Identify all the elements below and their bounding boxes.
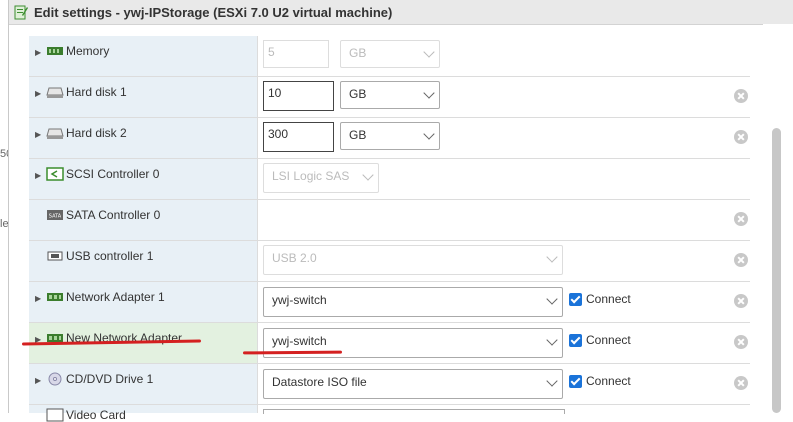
expand-arrow-icon[interactable]: ▶: [35, 130, 41, 139]
hard-disk-2-unit-value: GB: [349, 128, 367, 142]
device-row-network-adapter-1: ▶ Network Adapter 1 ywj-switch Connect: [29, 282, 750, 323]
device-row-hard-disk-2: ▶ Hard disk 2 300 GB: [29, 118, 750, 159]
memory-unit-select[interactable]: GB: [340, 40, 440, 68]
device-label: CD/DVD Drive 1: [66, 372, 154, 386]
chevron-down-icon: [546, 293, 558, 305]
device-row-usb-controller-1: USB controller 1 USB 2.0: [29, 241, 750, 282]
scrollbar-thumb[interactable]: [772, 128, 781, 413]
device-label: SATA Controller 0: [66, 208, 161, 222]
device-label: Network Adapter 1: [66, 290, 165, 304]
hard-disk-1-size-input[interactable]: 10: [263, 81, 334, 111]
svg-text:SATA: SATA: [49, 214, 62, 220]
network-adapter-1-network-select[interactable]: ywj-switch: [263, 287, 563, 317]
chevron-down-icon: [546, 334, 558, 346]
scsi-controller-type-select[interactable]: LSI Logic SAS: [263, 163, 379, 193]
hard-disk-2-unit-select[interactable]: GB: [340, 122, 440, 150]
device-settings-cell: ywj-switch Connect: [258, 323, 750, 363]
hard-disk-1-unit-value: GB: [349, 87, 367, 101]
device-row-video-card: Video Card: [29, 405, 750, 422]
device-label-cell: SATA SATA Controller 0: [29, 200, 258, 240]
device-row-sata-controller-0: SATA SATA Controller 0: [29, 200, 750, 241]
device-settings-cell: 10 GB: [258, 77, 750, 117]
cd-dvd-drive-1-source-select[interactable]: Datastore ISO file: [263, 369, 563, 399]
hard-disk-2-size-input[interactable]: 300: [263, 122, 334, 152]
device-row-memory: ▶ Memory 5 GB: [29, 36, 750, 77]
video-card-icon: [46, 408, 64, 422]
chevron-down-icon: [423, 128, 435, 140]
memory-unit-value: GB: [349, 46, 367, 60]
network-adapter-1-network-value: ywj-switch: [272, 293, 327, 307]
device-label: Hard disk 2: [66, 126, 127, 140]
chevron-down-icon: [362, 169, 374, 181]
device-settings-cell: [258, 200, 750, 240]
network-adapter-1-connect-checkbox[interactable]: [569, 293, 582, 306]
device-label-cell: ▶ Hard disk 1: [29, 77, 258, 117]
device-label-cell: ▶ Network Adapter 1: [29, 282, 258, 322]
expand-arrow-icon[interactable]: ▶: [35, 294, 41, 303]
expand-arrow-icon[interactable]: ▶: [35, 171, 41, 180]
usb-controller-type-select[interactable]: USB 2.0: [263, 245, 563, 275]
remove-device-icon[interactable]: [734, 335, 748, 349]
remove-device-icon[interactable]: [734, 253, 748, 267]
dialog-titlebar: Edit settings - ywj-IPStorage (ESXi 7.0 …: [9, 0, 793, 25]
hard-disk-1-unit-select[interactable]: GB: [340, 81, 440, 109]
device-settings-cell: Datastore ISO file Connect: [258, 364, 750, 404]
usb-controller-icon: [47, 251, 63, 261]
scsi-controller-type-value: LSI Logic SAS: [272, 169, 350, 183]
edit-settings-dialog: Edit settings - ywj-IPStorage (ESXi 7.0 …: [8, 0, 793, 422]
cd-dvd-icon: [48, 372, 62, 386]
device-label: Memory: [66, 44, 110, 58]
device-label: USB controller 1: [66, 249, 154, 263]
sata-controller-icon: SATA: [47, 210, 63, 220]
edit-vm-icon: [14, 5, 28, 20]
connect-label: Connect: [586, 292, 631, 306]
remove-device-icon[interactable]: [734, 294, 748, 308]
memory-icon: [47, 47, 63, 55]
device-settings-cell: ywj-switch Connect: [258, 282, 750, 322]
device-label-cell: ▶ CD/DVD Drive 1: [29, 364, 258, 404]
chevron-down-icon: [546, 375, 558, 387]
new-network-adapter-connect-checkbox[interactable]: [569, 334, 582, 347]
device-row-hard-disk-1: ▶ Hard disk 1 10 GB: [29, 77, 750, 118]
expand-arrow-icon[interactable]: ▶: [35, 48, 41, 57]
remove-device-icon[interactable]: [734, 212, 748, 226]
device-label-cell: ▶ SCSI Controller 0: [29, 159, 258, 199]
connect-label: Connect: [586, 333, 631, 347]
usb-controller-type-value: USB 2.0: [272, 251, 317, 265]
dialog-title: Edit settings - ywj-IPStorage (ESXi 7.0 …: [34, 5, 393, 20]
remove-device-icon[interactable]: [734, 89, 748, 103]
device-settings-cell: 300 GB: [258, 118, 750, 158]
hard-disk-icon: [46, 87, 64, 98]
expand-arrow-icon[interactable]: ▶: [35, 89, 41, 98]
chevron-down-icon: [423, 87, 435, 99]
device-label-cell: USB controller 1: [29, 241, 258, 281]
device-settings-cell: USB 2.0: [258, 241, 750, 281]
new-network-adapter-network-value: ywj-switch: [272, 334, 327, 348]
device-label-cell: ▶ Hard disk 2: [29, 118, 258, 158]
expand-arrow-icon[interactable]: ▶: [35, 376, 41, 385]
remove-device-icon[interactable]: [734, 376, 748, 390]
background-window: 50 le: [0, 0, 12, 413]
chevron-down-icon: [546, 251, 558, 263]
device-label: Video Card: [66, 408, 126, 422]
hard-disk-icon: [46, 128, 64, 139]
memory-size-input[interactable]: 5: [263, 40, 329, 68]
device-label: SCSI Controller 0: [66, 167, 160, 181]
remove-device-icon[interactable]: [734, 130, 748, 144]
cd-dvd-drive-1-source-value: Datastore ISO file: [272, 375, 367, 389]
cd-dvd-drive-1-connect-checkbox[interactable]: [569, 375, 582, 388]
device-settings-cell: LSI Logic SAS: [258, 159, 750, 199]
device-settings-cell: [258, 405, 750, 414]
device-row-cd-dvd-drive-1: ▶ CD/DVD Drive 1 Datastore ISO file Conn…: [29, 364, 750, 405]
video-card-field[interactable]: [263, 409, 565, 414]
device-settings-cell: 5 GB: [258, 36, 750, 76]
connect-label: Connect: [586, 374, 631, 388]
device-label-cell: ▶ Memory: [29, 36, 258, 76]
device-label-cell: Video Card: [29, 405, 258, 422]
chevron-down-icon: [423, 46, 435, 58]
network-adapter-icon: [47, 293, 63, 301]
device-row-scsi-controller-0: ▶ SCSI Controller 0 LSI Logic SAS: [29, 159, 750, 200]
scsi-controller-icon: [46, 167, 64, 181]
device-label: Hard disk 1: [66, 85, 127, 99]
